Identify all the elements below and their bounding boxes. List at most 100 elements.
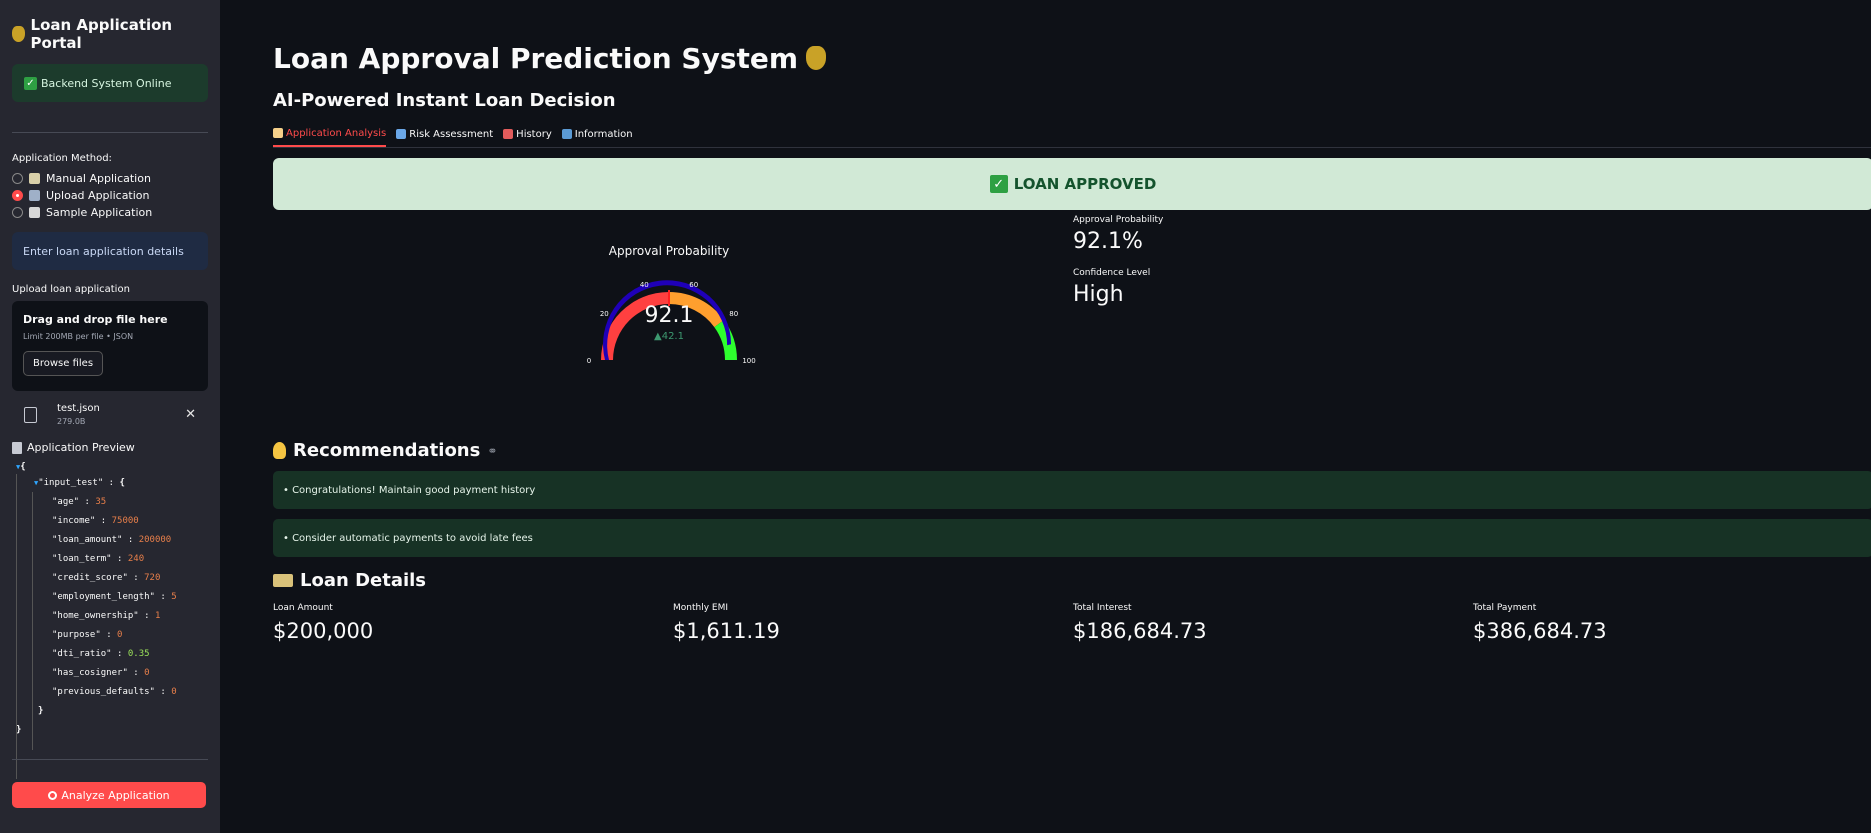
radio-upload[interactable]: Upload Application: [12, 189, 208, 202]
json-value: 0: [171, 687, 177, 697]
json-guide-line: [32, 492, 33, 750]
json-field: "has_cosigner" : 0: [52, 668, 150, 678]
json-close-brace: }: [38, 706, 44, 716]
banknote-icon: [273, 574, 293, 587]
json-field: "income" : 75000: [52, 516, 139, 526]
json-value: 0.35: [127, 649, 150, 659]
decision-banner: ✓ LOAN APPROVED: [273, 158, 1871, 210]
tab-bar: Application Analysis Risk Assessment Histo…: [273, 127, 1871, 148]
info-alert: Enter loan application details: [12, 232, 208, 270]
browse-files-button[interactable]: Browse files: [23, 351, 104, 376]
dice-icon: [29, 206, 40, 218]
sidebar-title-text: Loan Application Portal: [30, 16, 173, 52]
lightbulb-icon: [273, 442, 286, 459]
analyze-button-label: Analyze Application: [61, 788, 170, 802]
gauge-tick-label: 100: [742, 357, 755, 365]
detail-value: $200,000: [273, 619, 374, 643]
json-value: 0: [117, 630, 123, 640]
document-icon: [12, 441, 22, 454]
detail-label: Loan Amount: [273, 603, 333, 613]
gauge-value: 92.1: [645, 303, 694, 328]
radio-label: Sample Application: [46, 205, 153, 219]
decision-text: LOAN APPROVED: [1013, 175, 1157, 193]
method-label: Application Method:: [12, 153, 112, 164]
metric-value: High: [1073, 282, 1124, 307]
json-value: 75000: [111, 516, 139, 526]
json-key: "dti_ratio": [52, 649, 112, 659]
json-guide-line: [16, 474, 17, 779]
json-field: "purpose" : 0: [52, 630, 123, 640]
json-field: "dti_ratio" : 0.35: [52, 649, 150, 659]
sidebar-title: Loan Application Portal: [12, 16, 208, 52]
detail-label: Total Payment: [1473, 603, 1537, 613]
analyze-button[interactable]: Analyze Application: [12, 782, 206, 808]
json-viewer: ▼{ ▼"input_test" : { "age" : 35 "income" …: [12, 462, 208, 779]
gauge-tick-label: 60: [689, 281, 698, 289]
gauge-tick-label: 40: [640, 281, 649, 289]
money-bag-icon: [806, 46, 827, 70]
file-size: 279.0B: [57, 417, 86, 426]
dropzone-title: Drag and drop file here: [23, 313, 168, 326]
json-key: "previous_defaults": [52, 687, 155, 697]
tab-icon: [396, 129, 407, 139]
tab-application-analysis[interactable]: Application Analysis: [273, 127, 387, 147]
detail-loan-amount: Loan Amount $200,000: [273, 603, 673, 643]
link-icon[interactable]: ⚭: [487, 444, 497, 458]
json-key: "input_test": [38, 478, 104, 488]
file-dropzone[interactable]: Drag and drop file here Limit 200MB per …: [12, 301, 208, 391]
page-title: Loan Approval Prediction System: [273, 40, 1871, 76]
json-field: "home_ownership" : 1: [52, 611, 161, 621]
radio-label: Manual Application: [46, 171, 151, 185]
divider: [12, 132, 208, 133]
detail-label: Total Interest: [1073, 603, 1132, 613]
uploaded-file: test.json 279.0B ✕: [12, 403, 208, 426]
tab-label: Risk Assessment: [409, 128, 494, 140]
metric-label: Confidence Level: [1073, 268, 1151, 278]
gauge-delta: ▲42.1: [654, 331, 684, 342]
check-icon: ✓: [24, 76, 37, 90]
radio-sample[interactable]: Sample Application: [12, 205, 208, 219]
tab-risk-assessment[interactable]: Risk Assessment: [396, 127, 493, 147]
result-panel: Approval Probability 0 20 40 60 80 100 92.1 ▲…: [273, 210, 1871, 410]
close-icon[interactable]: ✕: [185, 407, 196, 422]
tab-history[interactable]: History: [503, 127, 552, 147]
tab-label: Information: [574, 128, 633, 140]
sidebar: Loan Application Portal ✓ Backend System…: [0, 0, 220, 833]
money-bag-icon: [12, 26, 25, 42]
radio-icon[interactable]: [12, 206, 23, 218]
loan-details-title: Loan Details: [300, 570, 427, 591]
recommendations-title: Recommendations: [293, 440, 481, 461]
detail-total-payment: Total Payment $386,684.73: [1473, 603, 1871, 643]
main-content: Loan Approval Prediction System AI-Power…: [220, 0, 1871, 833]
preview-title-text: Application Preview: [27, 441, 135, 454]
detail-label: Monthly EMI: [673, 603, 729, 613]
radio-manual[interactable]: Manual Application: [12, 171, 208, 185]
tab-label: Application Analysis: [286, 127, 387, 139]
json-key: "loan_term": [52, 554, 112, 564]
json-field: "previous_defaults" : 0: [52, 687, 177, 697]
radio-selected-icon[interactable]: [12, 189, 23, 201]
radio-icon[interactable]: [12, 172, 23, 184]
metric-value: 92.1%: [1073, 229, 1143, 254]
file-name: test.json: [57, 403, 100, 414]
json-value: 240: [127, 554, 145, 564]
json-field: "employment_length" : 5: [52, 592, 177, 602]
json-key: "home_ownership": [52, 611, 139, 621]
recommendation-item: • Congratulations! Maintain good payment…: [273, 471, 1871, 509]
magnifier-icon: [48, 790, 58, 800]
gauge-tick-label: 20: [600, 310, 609, 318]
gauge-title: Approval Probability: [609, 244, 730, 258]
metric-label: Approval Probability: [1073, 215, 1164, 225]
json-key: "age": [52, 497, 80, 507]
metrics-column: Approval Probability 92.1% Confidence Le…: [1073, 210, 1163, 410]
metric-confidence: Confidence Level High: [1073, 268, 1163, 307]
detail-value: $386,684.73: [1473, 619, 1607, 643]
memo-icon: [29, 172, 40, 184]
gauge-tick-label: 80: [729, 310, 738, 318]
json-value: 1: [154, 611, 161, 621]
json-value: 200000: [138, 535, 172, 545]
tab-information[interactable]: Information: [561, 127, 633, 147]
detail-value: $1,611.19: [673, 619, 780, 643]
page-title-text: Loan Approval Prediction System: [273, 41, 799, 75]
recommendations-heading: Recommendations ⚭: [273, 440, 1871, 461]
